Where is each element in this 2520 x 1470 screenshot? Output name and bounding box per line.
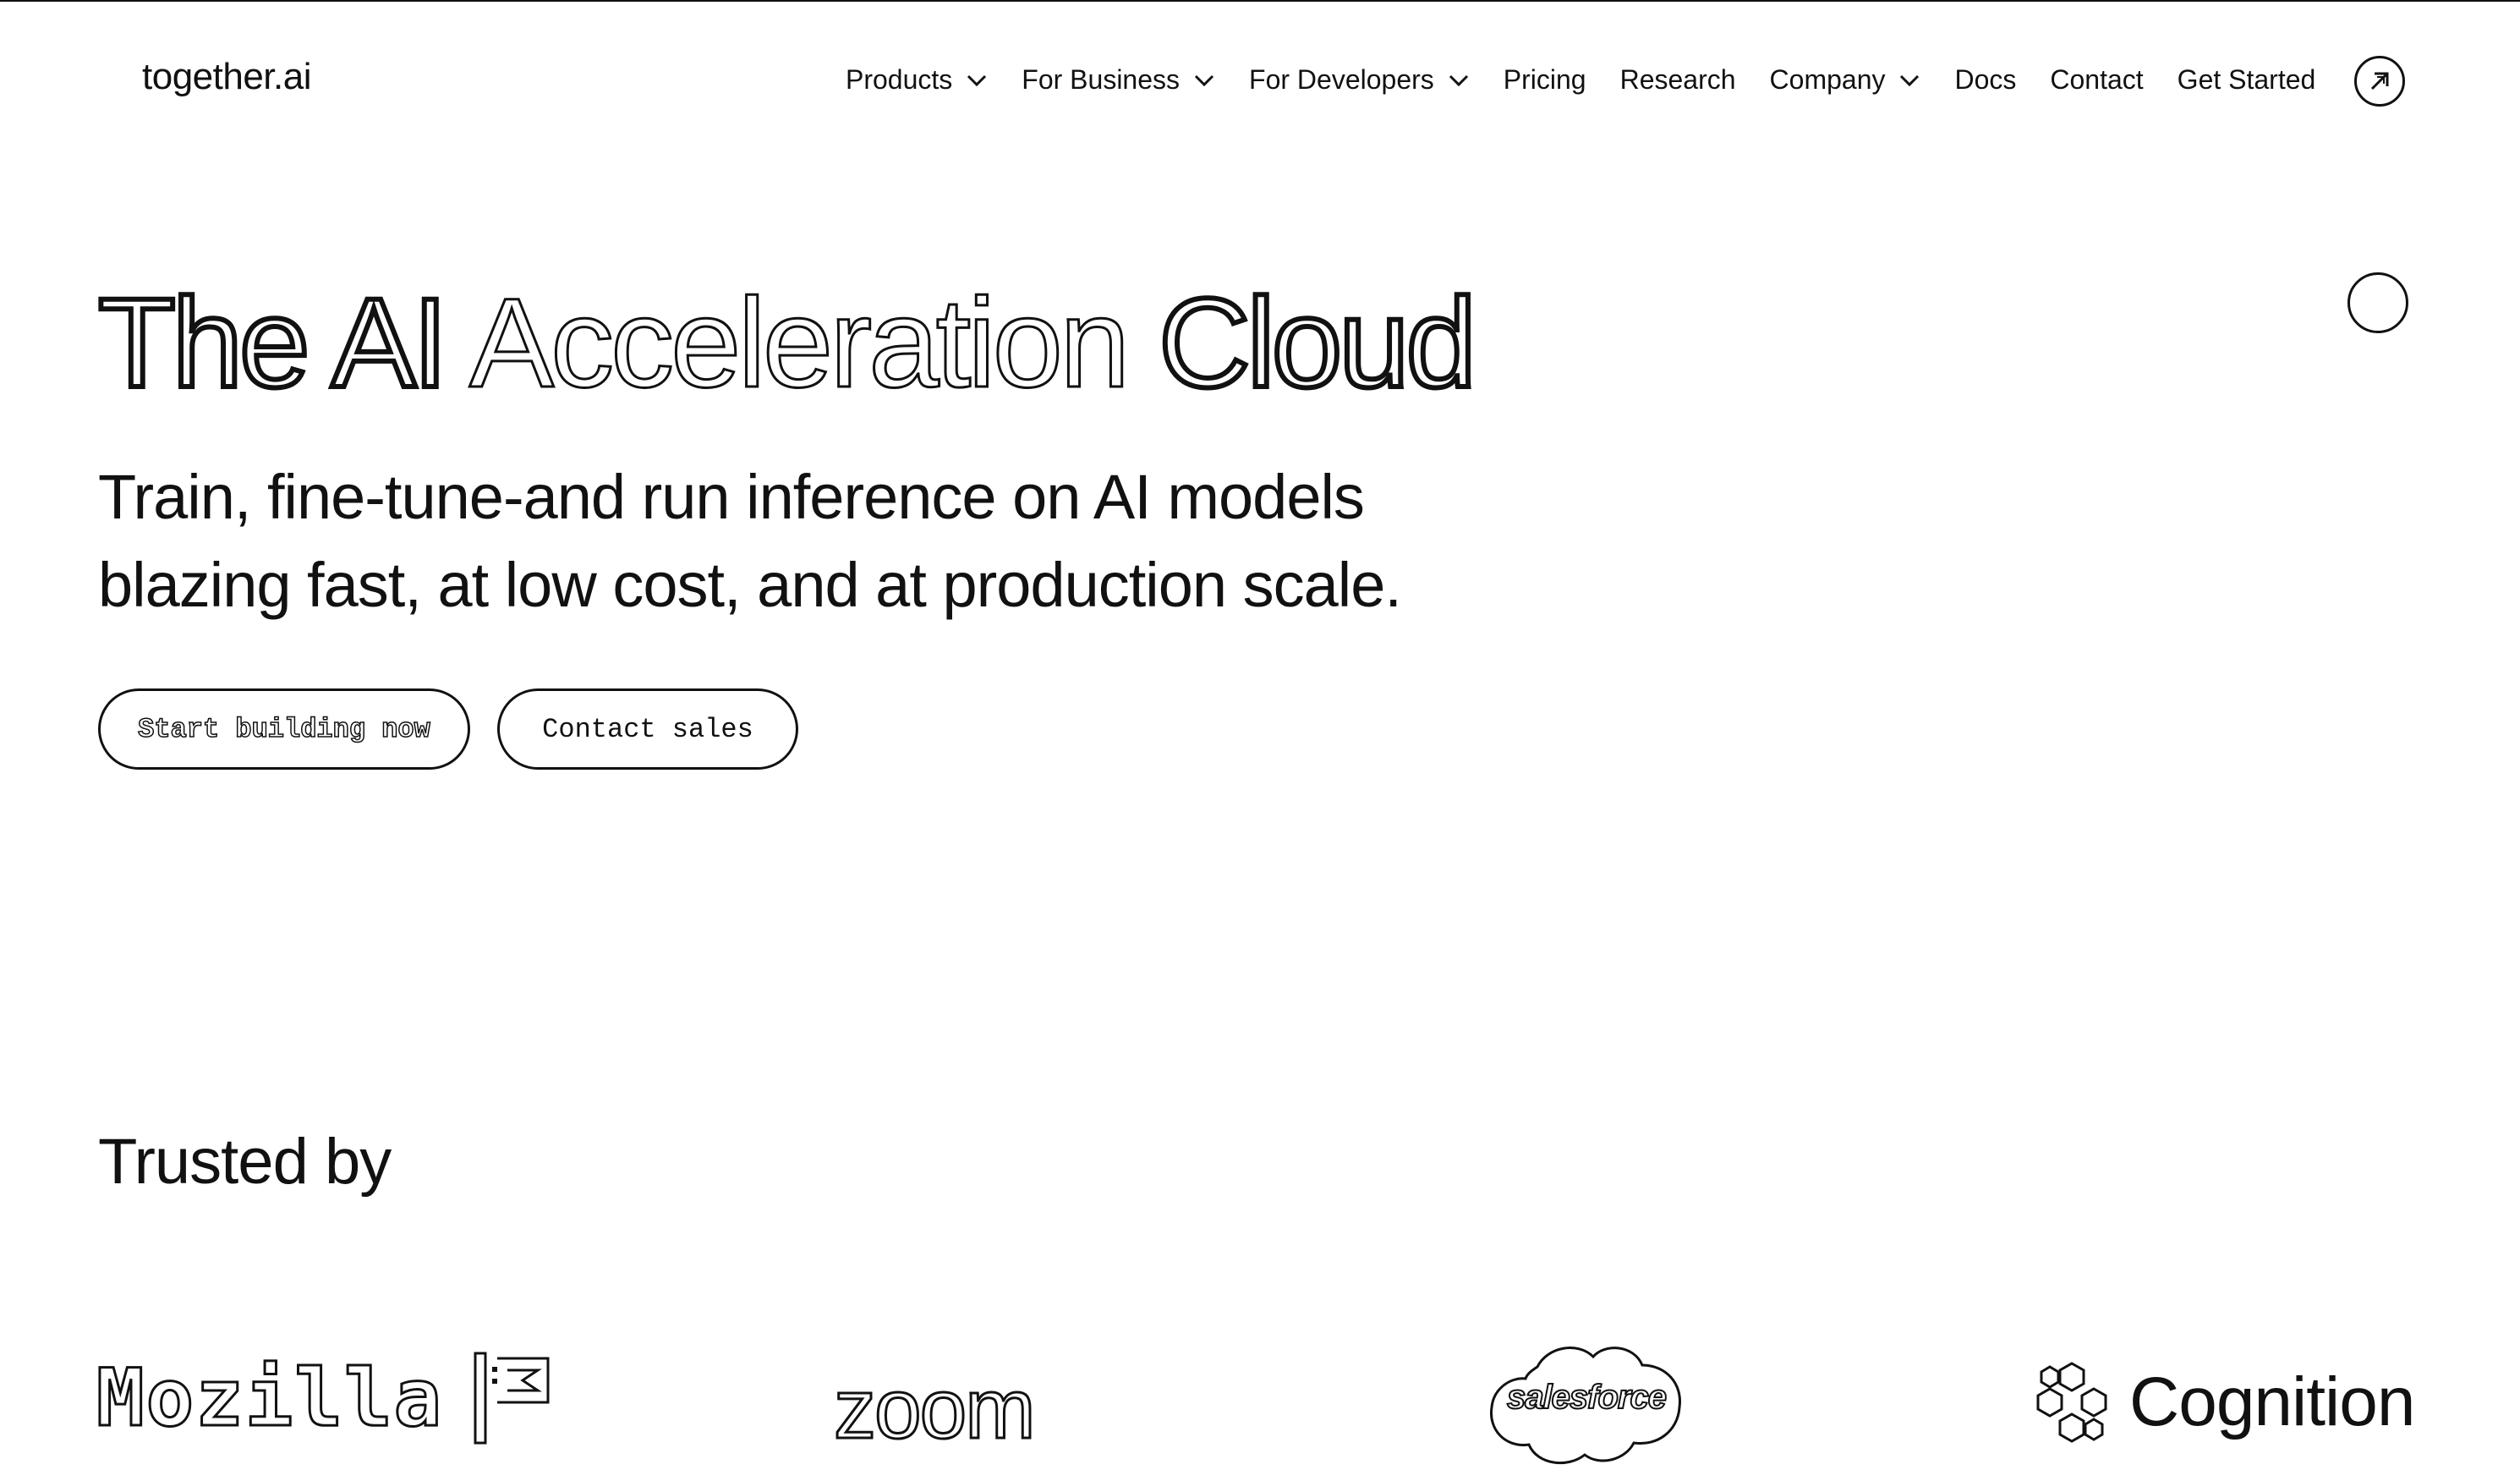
nav-item-label: For Business bbox=[1022, 64, 1181, 95]
nav-item-label: For Developers bbox=[1249, 64, 1434, 95]
mozilla-wordmark: Mozilla bbox=[95, 1351, 444, 1445]
nav-item-pricing[interactable]: Pricing bbox=[1504, 64, 1586, 96]
trusted-heading: Trusted by bbox=[98, 1126, 392, 1198]
cognition-wordmark: Cognition bbox=[2129, 1363, 2415, 1440]
salesforce-logo: salesforce bbox=[1485, 1335, 1688, 1470]
brand-logo[interactable]: together.ai bbox=[142, 56, 312, 98]
nav-item-label: Contact bbox=[2050, 64, 2144, 95]
nav-item-label: Pricing bbox=[1503, 64, 1586, 95]
decorative-circle bbox=[2347, 272, 2408, 333]
nav-item-label: Docs bbox=[1954, 64, 2017, 95]
chevron-down-icon bbox=[1194, 74, 1214, 86]
nav-item-products[interactable]: Products bbox=[846, 64, 988, 96]
nav-item-label: Company bbox=[1769, 64, 1886, 95]
customer-logos: Mozilla zoom salesforce Cognition bbox=[0, 1319, 2520, 1470]
get-started-arrow-button[interactable] bbox=[2354, 56, 2405, 107]
top-navigation: together.ai Products For Business For De… bbox=[0, 0, 2520, 169]
nav-item-contact[interactable]: Contact bbox=[2050, 64, 2143, 96]
cognition-logo: Cognition bbox=[2033, 1360, 2415, 1445]
nav-item-get-started[interactable]: Get Started bbox=[2178, 64, 2316, 96]
cognition-hexagon-icon bbox=[2036, 1362, 2107, 1443]
nav-item-for-developers[interactable]: For Developers bbox=[1249, 64, 1470, 96]
hero-title: The AI Acceleration Cloud bbox=[96, 277, 1479, 409]
nav-links: Products For Business For Developers Pri… bbox=[846, 64, 2315, 96]
zoom-logo: zoom bbox=[833, 1362, 1038, 1456]
chevron-down-icon bbox=[967, 74, 987, 86]
nav-item-label: Get Started bbox=[2177, 64, 2316, 95]
salesforce-wordmark: salesforce bbox=[1506, 1378, 1668, 1417]
nav-item-docs[interactable]: Docs bbox=[1954, 64, 2016, 96]
mozilla-mark-icon bbox=[474, 1352, 550, 1445]
nav-item-for-business[interactable]: For Business bbox=[1022, 64, 1215, 96]
zoom-wordmark: zoom bbox=[833, 1362, 1038, 1456]
nav-item-research[interactable]: Research bbox=[1620, 64, 1736, 96]
chevron-down-icon bbox=[1900, 74, 1920, 86]
hero-subtitle-line-2: blazing fast, at low cost, and at produc… bbox=[98, 550, 1402, 620]
nav-item-company[interactable]: Company bbox=[1770, 64, 1921, 96]
chevron-down-icon bbox=[1449, 74, 1468, 86]
mozilla-logo: Mozilla bbox=[95, 1351, 551, 1445]
nav-item-label: Products bbox=[846, 64, 953, 95]
hero-subtitle: Train, fine-tune-and run inference on AI… bbox=[98, 453, 1620, 629]
hero-title-part-1: The AI bbox=[96, 272, 451, 414]
hero-title-part-3: Cloud bbox=[1156, 272, 1479, 414]
hero-title-part-2: Acceleration bbox=[468, 272, 1131, 414]
hero-subtitle-line-1: Train, fine-tune-and run inference on AI… bbox=[98, 462, 1365, 532]
arrow-up-right-icon bbox=[2370, 72, 2389, 91]
nav-item-label: Research bbox=[1619, 64, 1736, 95]
start-building-button[interactable]: Start building now bbox=[98, 688, 470, 770]
contact-sales-button[interactable]: Contact sales bbox=[497, 688, 798, 770]
